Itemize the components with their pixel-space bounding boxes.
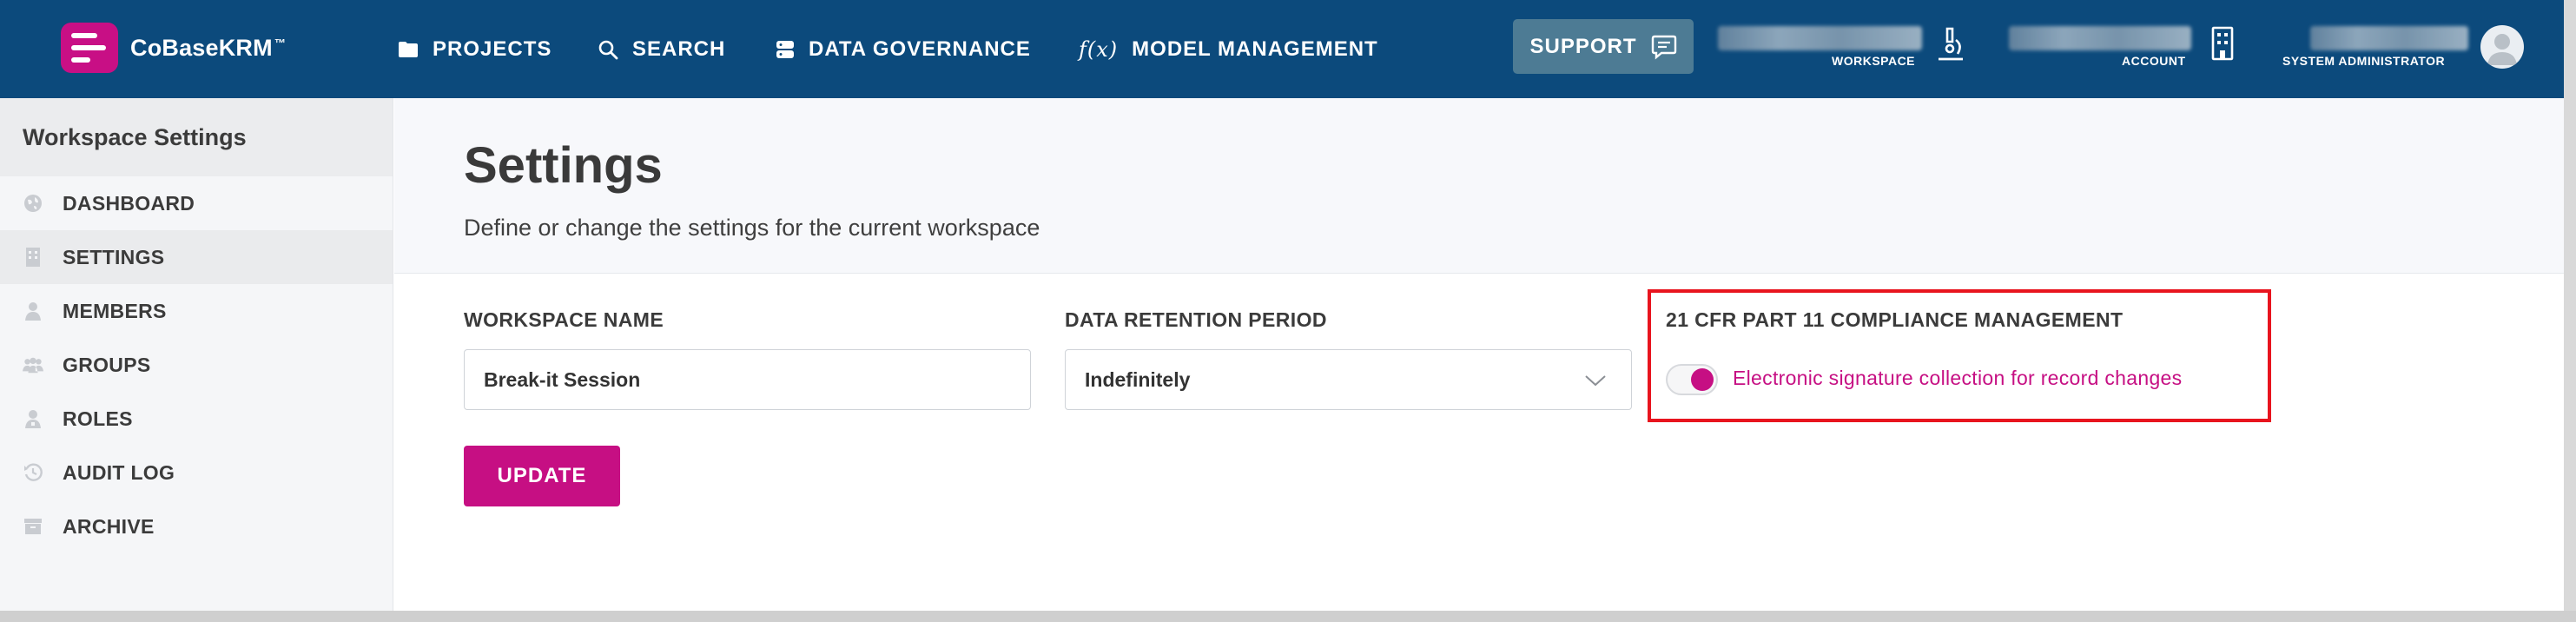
sidebar-item-members[interactable]: MEMBERS [0, 284, 393, 338]
data-retention-label: DATA RETENTION PERIOD [1065, 308, 1327, 331]
data-retention-select[interactable]: Indefinitely [1065, 349, 1632, 410]
sidebar-item-dashboard[interactable]: DASHBOARD [0, 176, 393, 230]
nav-model-management[interactable]: f(x) MODEL MANAGEMENT [1079, 0, 1378, 98]
sidebar-item-label: ROLES [63, 407, 133, 430]
user-role-label: SYSTEM ADMINISTRATOR [2282, 54, 2446, 68]
sidebar-item-label: DASHBOARD [63, 191, 195, 215]
sidebar-item-label: SETTINGS [63, 245, 165, 268]
toggle-knob [1691, 368, 1714, 391]
sidebar-item-label: ARCHIVE [63, 514, 155, 538]
nav-data-governance-label: DATA GOVERNANCE [809, 36, 1031, 61]
database-icon [776, 39, 795, 60]
brand-name: CoBaseKRM ™ [130, 34, 287, 61]
group-icon [23, 354, 43, 375]
sidebar-item-roles[interactable]: ROLES [0, 392, 393, 446]
search-icon [598, 39, 618, 60]
microscope-icon [1935, 26, 1966, 67]
workspace-name-redacted [1718, 26, 1922, 50]
workspace-name-input[interactable] [464, 349, 1031, 410]
nav-search[interactable]: SEARCH [598, 0, 725, 98]
trademark-mark: ™ [274, 36, 287, 50]
settings-panel: Settings Define or change the settings f… [394, 98, 2564, 611]
user-name-redacted [2310, 26, 2468, 50]
archive-icon [23, 516, 43, 537]
account-name-redacted [2009, 26, 2191, 50]
page-title: Settings [464, 137, 663, 194]
support-label: SUPPORT [1529, 34, 1637, 58]
top-navigation-bar: CoBaseKRM ™ PROJECTS SEARCH DATA GOVERNAN… [0, 0, 2564, 98]
update-button[interactable]: UPDATE [464, 446, 620, 506]
workspace-label: WORKSPACE [1832, 54, 1916, 68]
esignature-toggle-label[interactable]: Electronic signature collection for reco… [1733, 367, 2182, 390]
user-icon [23, 301, 43, 321]
sidebar-item-label: GROUPS [63, 353, 151, 376]
nav-data-governance[interactable]: DATA GOVERNANCE [776, 0, 1031, 98]
sidebar-title: Workspace Settings [0, 98, 393, 176]
account-label: ACCOUNT [2122, 54, 2186, 68]
sidebar: Workspace Settings DASHBOARD SETTINGS ME… [0, 98, 393, 611]
avatar[interactable] [2480, 25, 2524, 69]
sidebar-item-audit-log[interactable]: AUDIT LOG [0, 446, 393, 500]
data-retention-value: Indefinitely [1085, 367, 1191, 391]
nav-projects[interactable]: PROJECTS [398, 0, 552, 98]
nav-search-label: SEARCH [632, 36, 726, 61]
sidebar-item-archive[interactable]: ARCHIVE [0, 500, 393, 553]
nav-projects-label: PROJECTS [433, 36, 552, 61]
window-bottom-edge [0, 611, 2576, 622]
chevron-down-icon [1584, 371, 1607, 394]
support-button[interactable]: SUPPORT [1513, 19, 1694, 74]
page-header: Settings Define or change the settings f… [394, 98, 2564, 274]
nav-model-management-label: MODEL MANAGEMENT [1132, 36, 1378, 61]
window-scroll-edge [2564, 0, 2576, 622]
building-icon [23, 247, 43, 268]
chat-icon [1651, 34, 1677, 60]
function-icon: f(x) [1079, 36, 1119, 62]
building-icon [2211, 26, 2234, 65]
brand-logo-icon [61, 23, 118, 73]
sidebar-item-groups[interactable]: GROUPS [0, 338, 393, 392]
user-badge-icon [23, 408, 43, 429]
history-icon [23, 462, 43, 483]
user-avatar-icon [2487, 34, 2517, 65]
esignature-toggle[interactable] [1666, 364, 1718, 395]
brand-logo-link[interactable]: CoBaseKRM ™ [61, 23, 286, 73]
sidebar-item-label: MEMBERS [63, 299, 167, 322]
page-subtitle: Define or change the settings for the cu… [464, 215, 1040, 241]
workspace-name-label: WORKSPACE NAME [464, 308, 664, 331]
sidebar-item-label: AUDIT LOG [63, 460, 175, 484]
cfr-compliance-label: 21 CFR PART 11 COMPLIANCE MANAGEMENT [1666, 308, 2124, 331]
sidebar-item-settings[interactable]: SETTINGS [0, 230, 393, 284]
globe-icon [23, 193, 43, 214]
folder-icon [398, 41, 419, 58]
